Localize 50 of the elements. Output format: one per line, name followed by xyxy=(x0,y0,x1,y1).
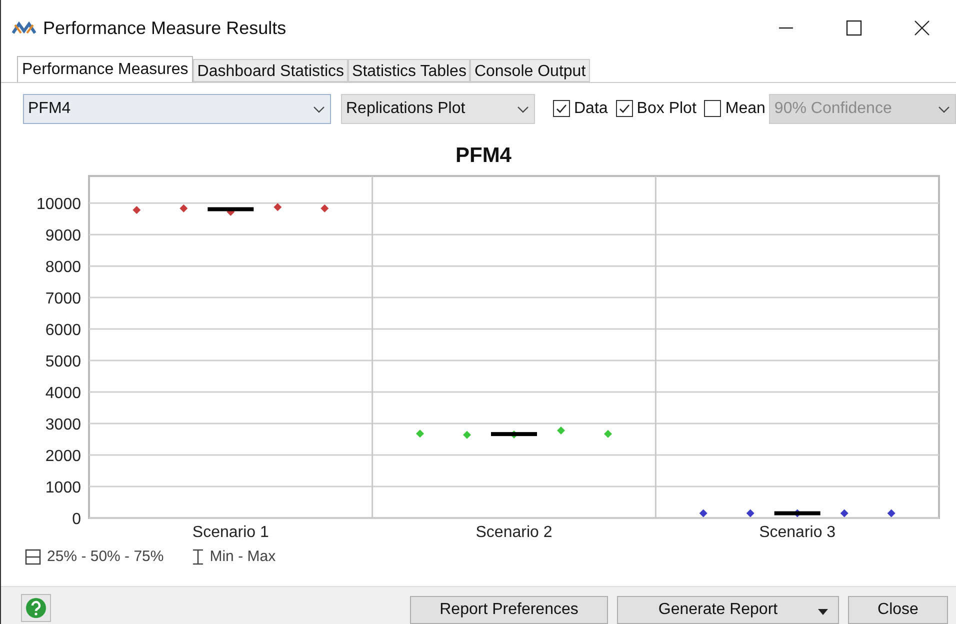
tab[interactable]: Console Output xyxy=(470,59,590,82)
check-icon xyxy=(555,102,568,115)
tab[interactable]: Performance Measures xyxy=(17,56,194,82)
help-button[interactable] xyxy=(21,594,51,622)
check-icon xyxy=(618,102,631,115)
close-icon xyxy=(914,20,930,36)
plot-type-dropdown[interactable]: Replications Plot xyxy=(341,94,535,124)
y-tick-label: 6000 xyxy=(45,322,81,339)
y-tick-label: 1000 xyxy=(45,479,81,496)
box-plot xyxy=(491,432,537,436)
x-category-label: Scenario 1 xyxy=(192,524,269,540)
y-tick-label: 9000 xyxy=(45,227,81,244)
chevron-down-icon xyxy=(312,104,326,114)
checkbox[interactable]: Mean xyxy=(704,96,766,120)
box-plot xyxy=(208,206,254,211)
minimize-icon xyxy=(778,27,794,29)
y-tick-label: 7000 xyxy=(45,290,81,308)
legend-label: 25% - 50% - 75% xyxy=(47,546,164,566)
help-icon xyxy=(25,597,47,619)
chevron-down-icon xyxy=(516,104,530,114)
checkbox-box[interactable] xyxy=(616,100,633,117)
checkbox-box[interactable] xyxy=(704,100,722,117)
dropdown-button[interactable]: Generate Report xyxy=(617,596,839,624)
box-legend-icon xyxy=(25,548,41,565)
caret-icon xyxy=(818,609,828,615)
y-tick-label: 4000 xyxy=(45,384,81,402)
whisker-legend-icon xyxy=(192,548,204,565)
y-tick-label: 3000 xyxy=(45,416,81,434)
box-plot xyxy=(774,510,820,515)
chart-title: PFM4 xyxy=(454,143,512,169)
y-tick-label: 2000 xyxy=(45,448,81,465)
measure-dropdown[interactable]: PFM4 xyxy=(23,94,331,124)
y-tick-label: 0 xyxy=(72,510,81,528)
tab[interactable]: Statistics Tables xyxy=(348,59,470,82)
checkbox[interactable]: Data xyxy=(553,96,608,120)
x-category-label: Scenario 2 xyxy=(476,524,552,540)
checkbox[interactable]: Box Plot xyxy=(616,96,696,120)
y-tick-label: 8000 xyxy=(45,258,81,276)
legend-label: Min - Max xyxy=(210,546,276,566)
app-logo-icon xyxy=(11,19,37,37)
footer-button[interactable]: Close xyxy=(848,596,948,624)
y-tick-label: 5000 xyxy=(45,353,81,370)
window-title: Performance Measure Results xyxy=(43,16,286,40)
x-category-label: Scenario 3 xyxy=(759,524,836,540)
tab[interactable]: Dashboard Statistics xyxy=(193,59,348,82)
checkbox-box[interactable] xyxy=(553,100,570,117)
maximize-icon xyxy=(846,20,862,36)
y-tick-label: 10000 xyxy=(36,196,81,213)
footer-button[interactable]: Report Preferences xyxy=(410,596,608,624)
chevron-down-icon xyxy=(937,104,951,114)
